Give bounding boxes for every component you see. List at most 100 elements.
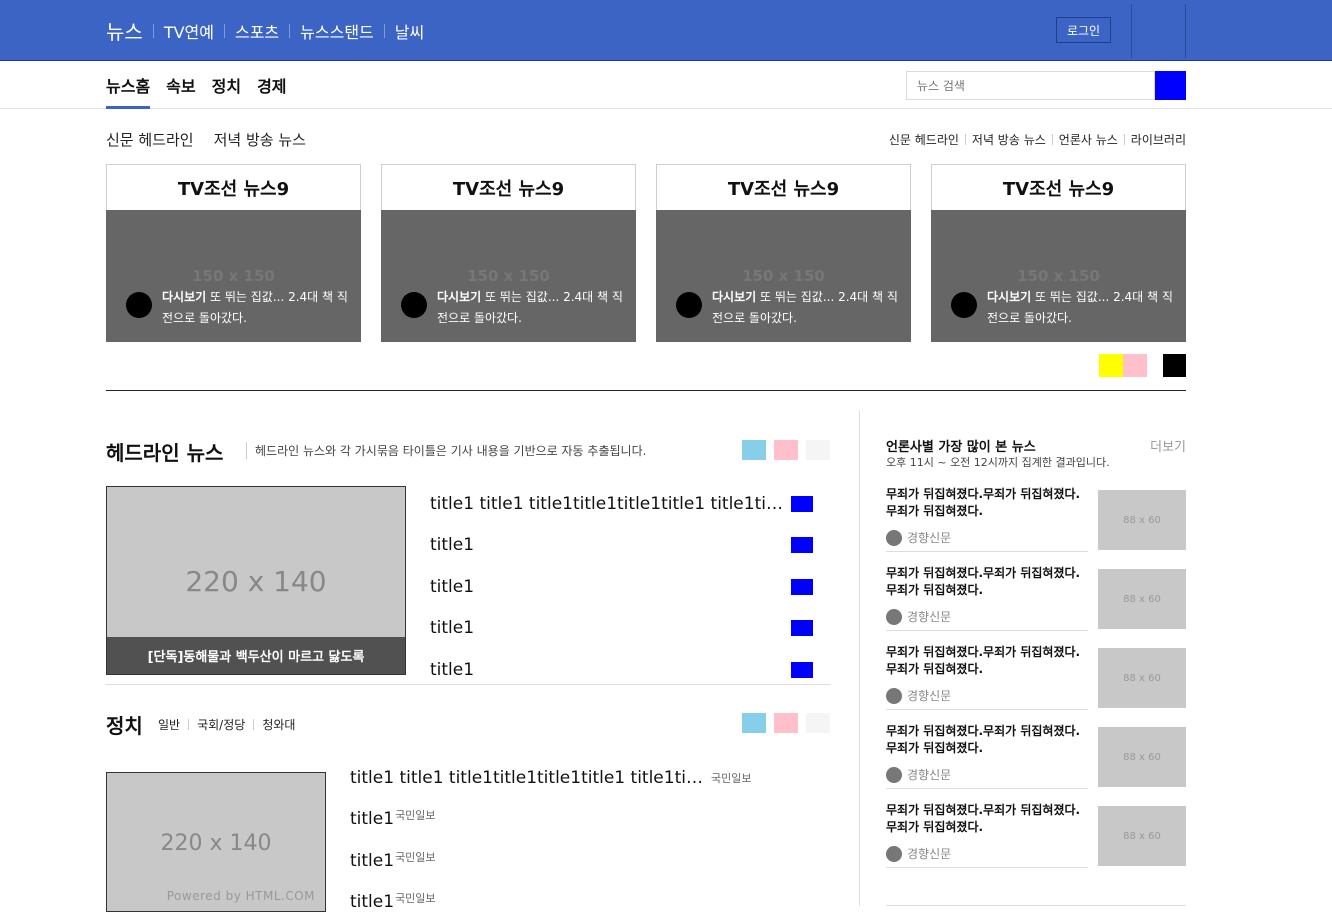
- swatch-pink[interactable]: [1123, 354, 1147, 377]
- broadcast-card[interactable]: TV조선 뉴스9 150 x 150 다시보기 또 뛰는 집값... 2.4대 …: [381, 164, 636, 342]
- sidebar-item-thumbnail[interactable]: 88 x 60: [1098, 806, 1186, 866]
- login-button[interactable]: 로그인: [1056, 17, 1111, 43]
- sidebar-item-thumbnail[interactable]: 88 x 60: [1098, 727, 1186, 787]
- list-item[interactable]: title1 title1 title1title1title1title1 t…: [350, 757, 830, 799]
- headline-item-title[interactable]: title1 title1 title1title1title1title1 t…: [430, 494, 785, 514]
- sidebar-item-thumbnail[interactable]: 88 x 60: [1098, 648, 1186, 708]
- link-newspaper-headlines[interactable]: 신문 헤드라인: [106, 129, 194, 150]
- politics-list: title1 title1 title1title1title1title1 t…: [350, 757, 830, 923]
- sidebar-item-thumbnail[interactable]: 88 x 60: [1098, 490, 1186, 550]
- card-image[interactable]: 150 x 150 다시보기 또 뛰는 집값... 2.4대 책 직전으로 돌아…: [656, 210, 911, 342]
- sidebar-item-text[interactable]: 무죄가 뒤집혀졌다.무죄가 뒤집혀졌다.무죄가 뒤집혀졌다.: [886, 486, 1088, 520]
- sidebar-item-source: 경향신문: [886, 608, 951, 625]
- card-text: 다시보기 또 뛰는 집값... 2.4대 책 직전으로 돌아갔다.: [437, 287, 627, 329]
- card-title: TV조선 뉴스9: [107, 165, 360, 210]
- headline-item-title[interactable]: title1: [430, 577, 474, 597]
- politics-image-placeholder: 220 x 140: [107, 831, 325, 856]
- headline-image[interactable]: 220 x 140 [단독]동해물과 백두산이 마르고 닳도록: [106, 486, 406, 675]
- headline-divider: [106, 684, 830, 685]
- swatch-pink[interactable]: [774, 713, 798, 733]
- politics-item-title[interactable]: title1: [350, 851, 394, 871]
- link-evening-broadcast-right[interactable]: 저녁 방송 뉴스: [972, 131, 1046, 148]
- politics-sub-general[interactable]: 일반: [158, 716, 180, 733]
- list-item[interactable]: title1 국민일보: [350, 799, 830, 841]
- link-press-news[interactable]: 언론사 뉴스: [1059, 131, 1118, 148]
- sidebar-item-text[interactable]: 무죄가 뒤집혀졌다.무죄가 뒤집혀졌다.무죄가 뒤집혀졌다.: [886, 802, 1088, 836]
- broadcast-card[interactable]: TV조선 뉴스9 150 x 150 다시보기 또 뛰는 집값... 2.4대 …: [656, 164, 911, 342]
- play-icon[interactable]: [676, 292, 702, 318]
- headline-item-badge: [791, 496, 813, 512]
- topbar-divider: [1131, 4, 1132, 58]
- link-newspaper-headlines-right[interactable]: 신문 헤드라인: [889, 131, 959, 148]
- swatch-skyblue[interactable]: [742, 713, 766, 733]
- sidebar-item-thumbnail[interactable]: 88 x 60: [1098, 569, 1186, 629]
- headline-image-placeholder: 220 x 140: [107, 565, 405, 598]
- list-item[interactable]: 무죄가 뒤집혀졌다.무죄가 뒤집혀졌다.무죄가 뒤집혀졌다. 경향신문 88 x…: [886, 644, 1186, 723]
- card-text: 다시보기 또 뛰는 집값... 2.4대 책 직전으로 돌아갔다.: [712, 287, 902, 329]
- play-icon[interactable]: [951, 292, 977, 318]
- sidebar-item-text[interactable]: 무죄가 뒤집혀졌다.무죄가 뒤집혀졌다.무죄가 뒤집혀졌다.: [886, 723, 1088, 757]
- headline-item-title[interactable]: title1: [430, 535, 474, 555]
- swatch-skyblue[interactable]: [742, 440, 766, 460]
- list-item[interactable]: title1: [430, 525, 830, 567]
- sidebar-item-text[interactable]: 무죄가 뒤집혀졌다.무죄가 뒤집혀졌다.무죄가 뒤집혀졌다.: [886, 644, 1088, 678]
- broadcast-card[interactable]: TV조선 뉴스9 150 x 150 다시보기 또 뛰는 집값... 2.4대 …: [106, 164, 361, 342]
- politics-item-title[interactable]: title1 title1 title1title1title1title1 t…: [350, 768, 705, 788]
- tab-breaking[interactable]: 속보: [166, 62, 195, 108]
- tab-economy[interactable]: 경제: [257, 62, 286, 108]
- link-evening-broadcast[interactable]: 저녁 방송 뉴스: [214, 129, 306, 150]
- play-icon[interactable]: [126, 292, 152, 318]
- politics-sub-assembly[interactable]: 국회/정당: [197, 716, 245, 733]
- politics-image[interactable]: 220 x 140 Powered by HTML.COM: [106, 772, 326, 912]
- sidebar-item-text[interactable]: 무죄가 뒤집혀졌다.무죄가 뒤집혀졌다.무죄가 뒤집혀졌다.: [886, 565, 1088, 599]
- sidebar-item-source-name: 경향신문: [907, 845, 951, 862]
- swatch-pink[interactable]: [774, 440, 798, 460]
- politics-title[interactable]: 정치: [106, 710, 143, 739]
- politics-item-title[interactable]: title1: [350, 809, 394, 829]
- list-item[interactable]: 무죄가 뒤집혀졌다.무죄가 뒤집혀졌다.무죄가 뒤집혀졌다. 경향신문 88 x…: [886, 486, 1186, 565]
- topnav-item-news[interactable]: 뉴스: [106, 16, 153, 45]
- swatch-yellow[interactable]: [1099, 354, 1123, 377]
- headline-image-caption[interactable]: [단독]동해물과 백두산이 마르고 닳도록: [107, 637, 405, 674]
- broadcast-card[interactable]: TV조선 뉴스9 150 x 150 다시보기 또 뛰는 집값... 2.4대 …: [931, 164, 1186, 342]
- swatch-whitesmoke[interactable]: [806, 440, 830, 460]
- link-library[interactable]: 라이브러리: [1131, 131, 1186, 148]
- swatch-whitesmoke[interactable]: [806, 713, 830, 733]
- card-text: 다시보기 또 뛰는 집값... 2.4대 책 직전으로 돌아갔다.: [162, 287, 352, 329]
- list-item[interactable]: title1: [430, 608, 830, 650]
- politics-item-title[interactable]: title1: [350, 892, 394, 912]
- list-item[interactable]: 무죄가 뒤집혀졌다.무죄가 뒤집혀졌다.무죄가 뒤집혀졌다. 경향신문 88 x…: [886, 802, 1186, 881]
- search-input[interactable]: [906, 71, 1155, 100]
- sidebar-item-source-name: 경향신문: [907, 687, 951, 704]
- section-links-right: 신문 헤드라인 저녁 방송 뉴스 언론사 뉴스 라이브러리: [889, 131, 1186, 148]
- sidebar-more-link[interactable]: 더보기: [1150, 436, 1186, 455]
- topnav-item-sports[interactable]: 스포츠: [225, 19, 289, 43]
- sidebar-subtitle: 오후 11시 ~ 오전 12시까지 집계한 결과입니다.: [886, 454, 1110, 470]
- tab-politics[interactable]: 정치: [212, 62, 241, 108]
- sidebar-item-source-name: 경향신문: [907, 766, 951, 783]
- list-item[interactable]: title1 국민일보: [350, 882, 830, 923]
- list-item[interactable]: 무죄가 뒤집혀졌다.무죄가 뒤집혀졌다.무죄가 뒤집혀졌다. 경향신문 88 x…: [886, 723, 1186, 802]
- topnav-item-tv[interactable]: TV연예: [154, 19, 224, 43]
- section-links-left: 신문 헤드라인 저녁 방송 뉴스: [106, 129, 326, 150]
- card-text-bold: 다시보기: [712, 290, 756, 304]
- press-logo-icon: [886, 609, 902, 625]
- list-item[interactable]: title1 title1 title1title1title1title1 t…: [430, 483, 830, 525]
- headline-item-title[interactable]: title1: [430, 618, 474, 638]
- politics-sub-bluehouse[interactable]: 청와대: [262, 716, 295, 733]
- list-item[interactable]: 무죄가 뒤집혀졌다.무죄가 뒤집혀졌다.무죄가 뒤집혀졌다. 경향신문 88 x…: [886, 565, 1186, 644]
- card-text-bold: 다시보기: [162, 290, 206, 304]
- play-icon[interactable]: [401, 292, 427, 318]
- headline-item-badge: [791, 579, 813, 595]
- topnav-item-newsstand[interactable]: 뉴스스탠드: [290, 19, 384, 43]
- card-image[interactable]: 150 x 150 다시보기 또 뛰는 집값... 2.4대 책 직전으로 돌아…: [381, 210, 636, 342]
- tab-news-home[interactable]: 뉴스홈: [106, 62, 150, 108]
- search-button[interactable]: [1155, 71, 1186, 100]
- list-item[interactable]: title1 국민일보: [350, 840, 830, 882]
- card-image[interactable]: 150 x 150 다시보기 또 뛰는 집값... 2.4대 책 직전으로 돌아…: [931, 210, 1186, 342]
- list-item[interactable]: title1: [430, 566, 830, 608]
- headline-item-title[interactable]: title1: [430, 660, 474, 680]
- topnav-item-weather[interactable]: 날씨: [385, 19, 434, 43]
- swatch-black[interactable]: [1163, 354, 1186, 377]
- card-image[interactable]: 150 x 150 다시보기 또 뛰는 집값... 2.4대 책 직전으로 돌아…: [106, 210, 361, 342]
